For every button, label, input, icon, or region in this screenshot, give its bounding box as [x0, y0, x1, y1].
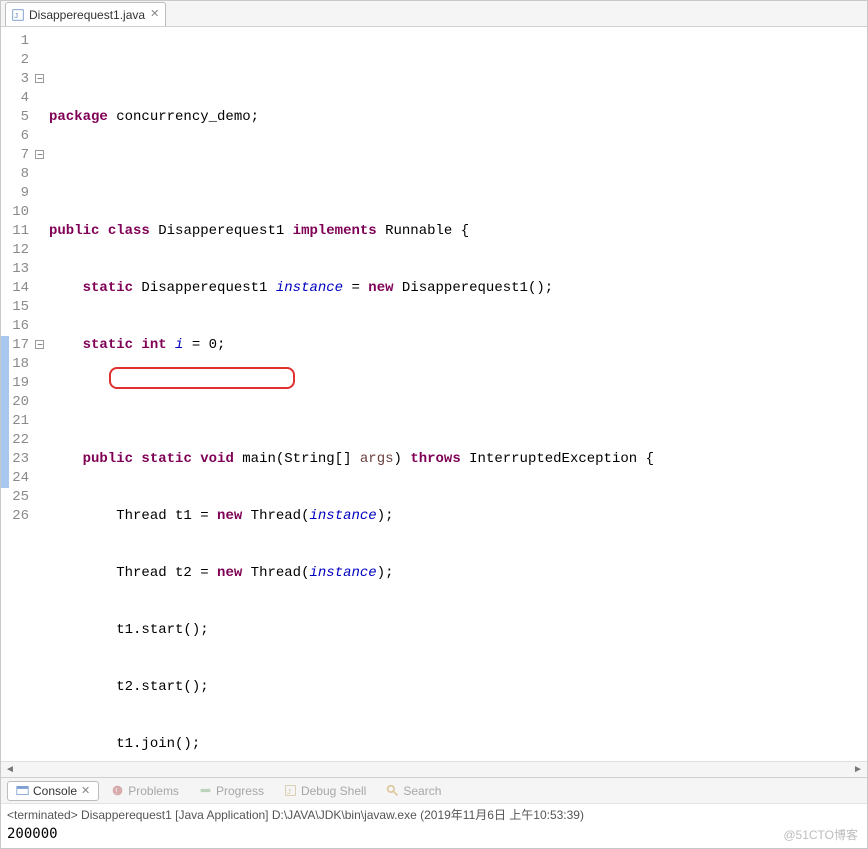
code-line: public static void main(String[] args) t… [49, 450, 867, 469]
line-number: 16 [1, 317, 29, 336]
code-area[interactable]: package concurrency_demo; public class D… [49, 27, 867, 761]
line-number: 6 [1, 127, 29, 146]
line-number: 18 [1, 355, 29, 374]
line-number: 21 [1, 412, 29, 431]
close-icon[interactable]: ✕ [81, 784, 90, 797]
line-number: 10 [1, 203, 29, 222]
editor-tabbar: J Disapperequest1.java ✕ [1, 1, 867, 27]
code-line [49, 393, 867, 412]
editor-tab-label: Disapperequest1.java [29, 8, 145, 22]
line-number: 20 [1, 393, 29, 412]
eclipse-window: J Disapperequest1.java ✕ 1 2 3 4 5 6 7 8… [0, 0, 868, 849]
code-line: static int i = 0; [49, 336, 867, 355]
search-tab[interactable]: Search [378, 782, 449, 800]
code-line: public class Disapperequest1 implements … [49, 222, 867, 241]
line-number: 1 [1, 32, 29, 51]
progress-icon [199, 784, 212, 797]
line-number: 17 [1, 336, 29, 355]
debug-shell-tab-label: Debug Shell [301, 784, 366, 798]
problems-tab-label: Problems [128, 784, 179, 798]
line-number: 2 [1, 51, 29, 70]
highlight-box [109, 367, 295, 389]
progress-tab-label: Progress [216, 784, 264, 798]
console-status-line: <terminated> Disapperequest1 [Java Appli… [1, 803, 867, 824]
search-icon [386, 784, 399, 797]
console-icon [16, 784, 29, 797]
fold-toggle-icon[interactable] [35, 340, 44, 349]
line-number: 8 [1, 165, 29, 184]
scroll-right-icon[interactable]: ► [851, 763, 865, 777]
console-output[interactable]: 200000 [1, 824, 867, 848]
line-number: 13 [1, 260, 29, 279]
line-number: 24 [1, 469, 29, 488]
horizontal-scrollbar[interactable]: ◄ ► [1, 761, 867, 777]
line-number: 9 [1, 184, 29, 203]
code-line [49, 165, 867, 184]
line-number: 11 [1, 222, 29, 241]
line-number: 4 [1, 89, 29, 108]
code-line: package concurrency_demo; [49, 108, 867, 127]
java-file-icon: J [12, 9, 24, 21]
line-number: 3 [1, 70, 29, 89]
line-number-gutter: 1 2 3 4 5 6 7 8 9 10 11 12 13 14 15 16 1… [1, 27, 35, 761]
svg-text:J: J [287, 787, 291, 796]
line-number: 22 [1, 431, 29, 450]
problems-icon: ! [111, 784, 124, 797]
line-number: 14 [1, 279, 29, 298]
line-number: 5 [1, 108, 29, 127]
code-line: Thread t1 = new Thread(instance); [49, 507, 867, 526]
line-number: 12 [1, 241, 29, 260]
bottom-view-tabs: Console ✕ ! Problems Progress J Debug Sh… [1, 777, 867, 803]
search-tab-label: Search [403, 784, 441, 798]
console-tab[interactable]: Console ✕ [7, 781, 99, 801]
progress-tab[interactable]: Progress [191, 782, 272, 800]
line-number: 23 [1, 450, 29, 469]
svg-text:!: ! [115, 787, 117, 796]
scroll-left-icon[interactable]: ◄ [3, 763, 17, 777]
debug-shell-icon: J [284, 784, 297, 797]
line-number: 26 [1, 507, 29, 526]
code-line: static Disapperequest1 instance = new Di… [49, 279, 867, 298]
code-line: Thread t2 = new Thread(instance); [49, 564, 867, 583]
line-number: 7 [1, 146, 29, 165]
code-line: t1.start(); [49, 621, 867, 640]
debug-shell-tab[interactable]: J Debug Shell [276, 782, 374, 800]
line-number: 15 [1, 298, 29, 317]
editor-tab-close-icon[interactable]: ✕ [150, 9, 159, 20]
line-number: 25 [1, 488, 29, 507]
editor-tab-disapperequest1[interactable]: J Disapperequest1.java ✕ [5, 2, 166, 26]
fold-annotation-column [35, 27, 49, 761]
console-tab-label: Console [33, 784, 77, 798]
code-editor[interactable]: 1 2 3 4 5 6 7 8 9 10 11 12 13 14 15 16 1… [1, 27, 867, 761]
code-line: t1.join(); [49, 735, 867, 754]
svg-text:J: J [14, 11, 18, 20]
fold-toggle-icon[interactable] [35, 74, 44, 83]
problems-tab[interactable]: ! Problems [103, 782, 187, 800]
fold-toggle-icon[interactable] [35, 150, 44, 159]
line-number: 19 [1, 374, 29, 393]
code-line: t2.start(); [49, 678, 867, 697]
